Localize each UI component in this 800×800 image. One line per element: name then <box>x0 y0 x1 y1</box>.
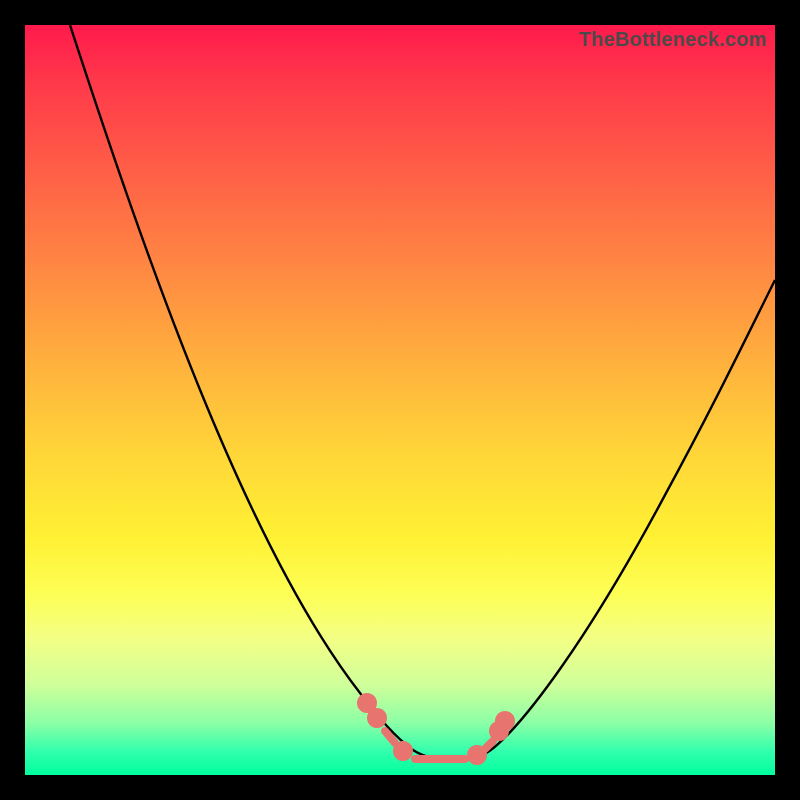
curve-path <box>70 25 775 760</box>
bottleneck-curve <box>25 25 775 775</box>
chart-area: TheBottleneck.com <box>25 25 775 775</box>
